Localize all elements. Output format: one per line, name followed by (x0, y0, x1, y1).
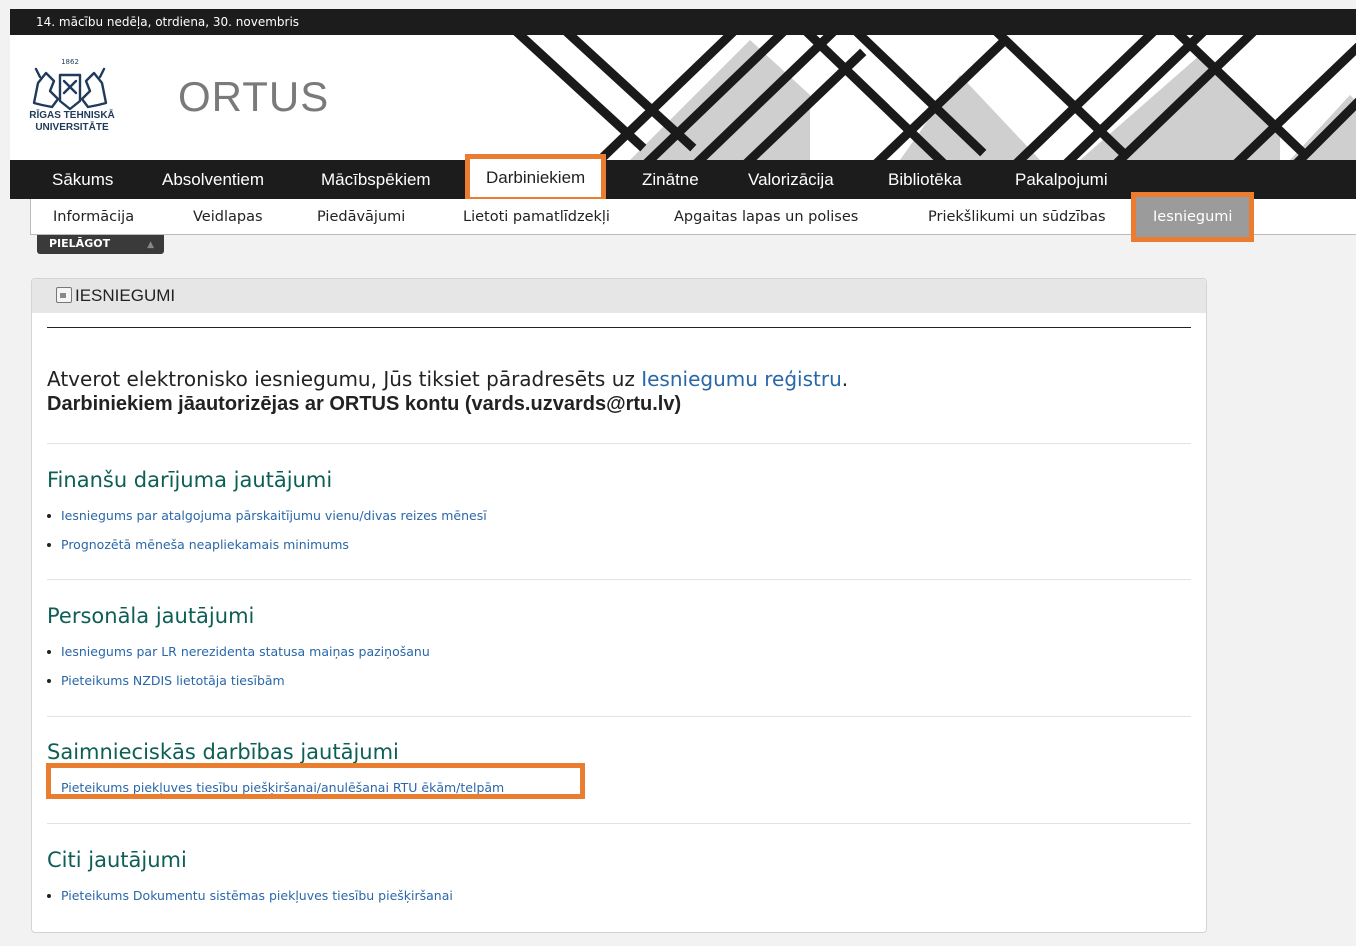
nav-item-zinatne[interactable]: Zinātne (642, 160, 699, 199)
customize-label: PIELĀGOT (49, 237, 111, 250)
date-strip: 14. mācību nedēļa, otrdiena, 30. novembr… (10, 9, 1356, 35)
applications-panel: IESNIEGUMI Atverot elektronisko iesniegu… (31, 278, 1207, 933)
sub-navigation: Informācija Veidlapas Piedāvājumi Lietot… (30, 192, 1356, 242)
link-nzdis-rights[interactable]: Pieteikums NZDIS lietotāja tiesībām (61, 673, 285, 688)
list-item: Iesniegums par LR nerezidenta statusa ma… (47, 642, 430, 671)
nav-item-macibspekiem[interactable]: Mācībspēkiem (321, 160, 431, 199)
lock-icon (56, 287, 72, 303)
panel-title: IESNIEGUMI (75, 286, 176, 305)
section-title-finance: Finanšu darījuma jautājumi (47, 468, 333, 492)
section-title-other: Citi jautājumi (47, 848, 187, 872)
intro-prefix: Atverot elektronisko iesniegumu, Jūs tik… (47, 367, 642, 391)
nav-item-darbiniekiem[interactable]: Darbiniekiem (465, 154, 607, 202)
divider (47, 716, 1191, 717)
subnav-item-apgaitas-lapas[interactable]: Apgaitas lapas un polises (674, 199, 858, 234)
list-item: Pieteikums Dokumentu sistēmas piekļuves … (47, 886, 453, 915)
date-text: 14. mācību nedēļa, otrdiena, 30. novembr… (36, 15, 300, 29)
logo-caption: RĪGAS TEHNISKĀ UNIVERSITĀTE (22, 110, 122, 134)
nav-item-pakalpojumi[interactable]: Pakalpojumi (1015, 160, 1108, 199)
divider (47, 443, 1191, 444)
list-item: Iesniegums par atalgojuma pārskaitījumu … (47, 506, 487, 535)
link-nonresident-status[interactable]: Iesniegums par LR nerezidenta statusa ma… (61, 644, 430, 659)
customize-tab[interactable]: PIELĀGOT ▲ (37, 235, 164, 254)
logo-caption-line2: UNIVERSITĀTE (35, 122, 109, 133)
link-document-system-access[interactable]: Pieteikums Dokumentu sistēmas piekļuves … (61, 888, 453, 903)
nav-item-absolventiem[interactable]: Absolventiem (162, 160, 264, 199)
divider (47, 579, 1191, 580)
site-header: 1862 RĪGAS TEHNISKĀ UNIVERSITĀTE ORTUS (10, 35, 1356, 160)
section-title-personnel: Personāla jautājumi (47, 604, 255, 628)
header-decoration (480, 35, 1356, 160)
list-item: Prognozētā mēneša neapliekamais minimums (47, 535, 487, 564)
link-non-taxable-minimum[interactable]: Prognozētā mēneša neapliekamais minimums (61, 537, 349, 552)
portal-name[interactable]: ORTUS (178, 73, 329, 121)
logo-caption-line1: RĪGAS TEHNISKĀ (29, 110, 115, 121)
highlight-box (46, 763, 585, 799)
divider (47, 823, 1191, 824)
subnav-item-priekslikumi[interactable]: Priekšlikumi un sūdzības (928, 199, 1106, 234)
nav-item-biblioteka[interactable]: Bibliotēka (888, 160, 962, 199)
subnav-item-veidlapas[interactable]: Veidlapas (193, 199, 263, 234)
section-title-economic: Saimnieciskās darbības jautājumi (47, 740, 399, 764)
caret-up-icon: ▲ (147, 240, 154, 250)
logo-year: 1862 (61, 58, 79, 66)
panel-header: IESNIEGUMI (32, 279, 1206, 313)
registry-link[interactable]: Iesniegumu reģistru (641, 367, 842, 391)
intro-text: Atverot elektronisko iesniegumu, Jūs tik… (47, 366, 1187, 416)
nav-item-valorizacija[interactable]: Valorizācija (748, 160, 834, 199)
section-links-finance: Iesniegums par atalgojuma pārskaitījumu … (47, 506, 487, 564)
subnav-item-iesniegumi[interactable]: Iesniegumi (1131, 192, 1255, 242)
subnav-item-informacija[interactable]: Informācija (53, 199, 134, 234)
subnav-item-piedavajumi[interactable]: Piedāvājumi (317, 199, 405, 234)
nav-item-sakums[interactable]: Sākums (52, 160, 113, 199)
link-salary-transfer[interactable]: Iesniegums par atalgojuma pārskaitījumu … (61, 508, 487, 523)
subnav-item-lietoti-pamatlidzekli[interactable]: Lietoti pamatlīdzekļi (463, 199, 610, 234)
section-links-other: Pieteikums Dokumentu sistēmas piekļuves … (47, 886, 453, 915)
section-links-personnel: Iesniegums par LR nerezidenta statusa ma… (47, 642, 430, 700)
divider (47, 327, 1191, 328)
list-item: Pieteikums NZDIS lietotāja tiesībām (47, 671, 430, 700)
intro-suffix: . (841, 367, 849, 391)
intro-auth-note: Darbiniekiem jāautorizējas ar ORTUS kont… (47, 393, 682, 415)
